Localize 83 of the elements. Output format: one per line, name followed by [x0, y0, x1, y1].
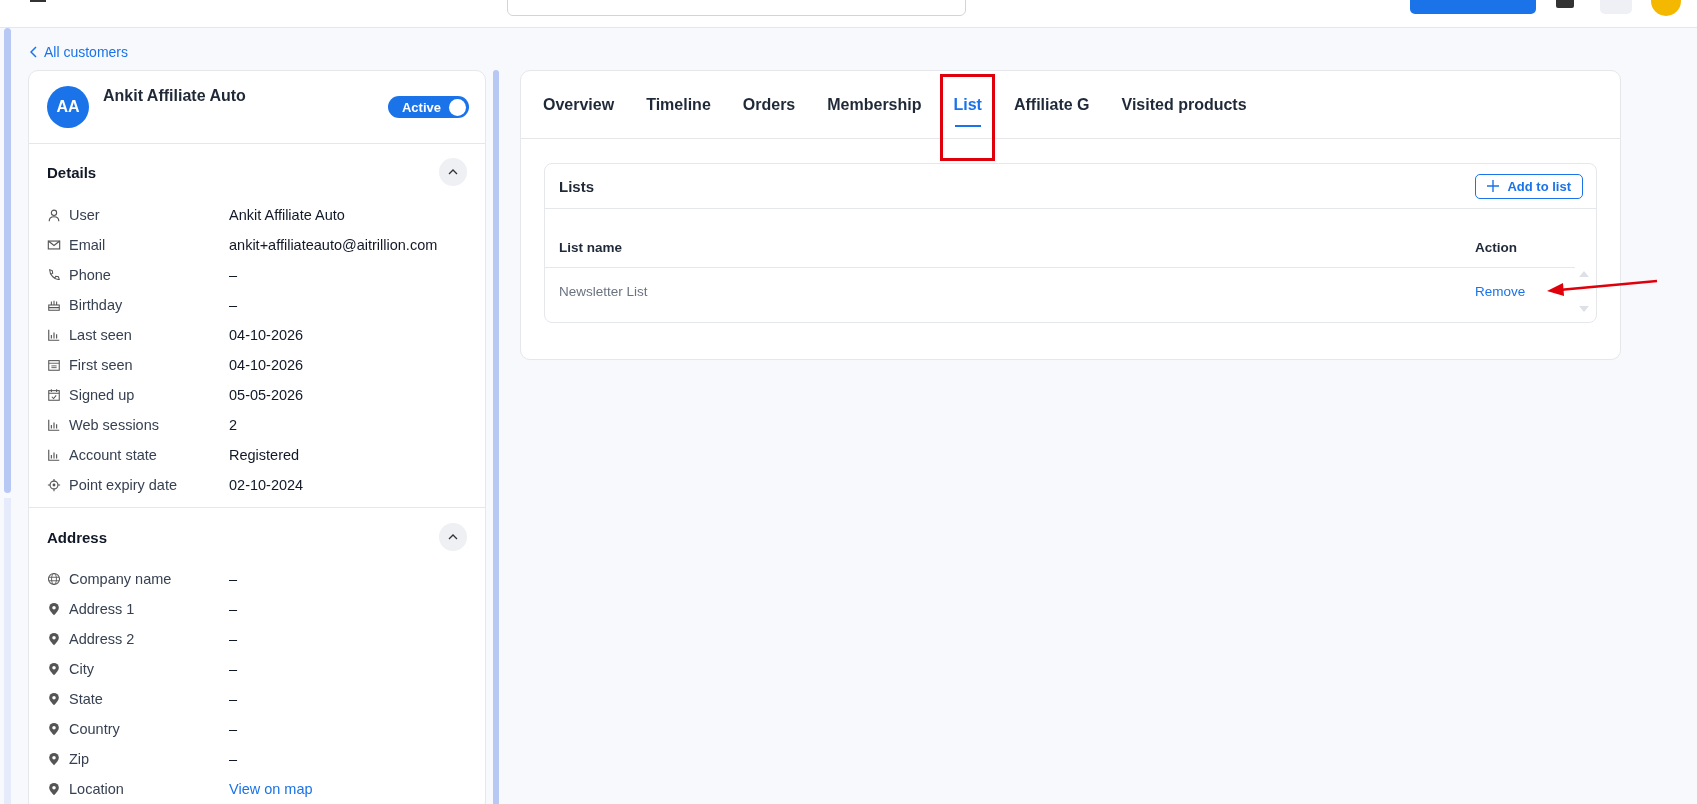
map-pin-icon: [47, 782, 61, 796]
field-value: 05-05-2026: [229, 387, 304, 403]
bar-chart-icon: [47, 418, 61, 432]
back-link[interactable]: All customers: [0, 28, 1697, 62]
field-label: City: [69, 661, 94, 677]
field-value: –: [229, 601, 238, 617]
map-pin-icon: [47, 632, 61, 646]
globe-icon: [47, 572, 61, 586]
field-label: Phone: [69, 267, 111, 283]
field-value: Ankit Affiliate Auto: [229, 207, 345, 223]
plus-icon: [1487, 180, 1500, 192]
scroll-up-icon[interactable]: [1579, 271, 1589, 277]
field-value: –: [229, 691, 238, 707]
field-label: Zip: [69, 751, 90, 767]
crosshair-icon: [47, 478, 61, 492]
envelope-icon: [47, 238, 61, 252]
map-pin-icon: [47, 692, 61, 706]
field-label: Web sessions: [69, 417, 159, 433]
card-title: Lists: [559, 177, 594, 195]
field-value: Registered: [229, 447, 300, 463]
field-value: 2: [229, 417, 238, 433]
field-value: –: [229, 297, 238, 313]
field-label: Location: [69, 781, 124, 797]
tab[interactable]: Timeline: [636, 71, 721, 138]
field-label: Email: [69, 237, 106, 253]
remove-link[interactable]: Remove: [1475, 283, 1526, 299]
field-label: Last seen: [69, 327, 132, 343]
tab[interactable]: Overview: [533, 71, 625, 138]
field-value: –: [229, 751, 238, 767]
field-label: Signed up: [69, 387, 135, 403]
tab[interactable]: Membership: [817, 71, 932, 138]
map-pin-icon: [47, 752, 61, 766]
collapse-button[interactable]: [439, 158, 467, 186]
chevron-icon: [448, 534, 458, 540]
field-value: –: [229, 267, 238, 283]
field-value: –: [229, 631, 238, 647]
field-label: User: [69, 207, 100, 223]
tab[interactable]: Affiliate G: [1003, 71, 1100, 138]
map-link[interactable]: View on map: [229, 781, 313, 797]
tab[interactable]: List: [943, 71, 992, 138]
person-icon: [47, 208, 61, 222]
bar-chart-icon: [47, 328, 61, 342]
field-value: 04-10-2026: [229, 357, 304, 373]
field-value: –: [229, 571, 238, 587]
calendar-icon: [47, 358, 61, 372]
field-label: Account state: [69, 447, 157, 463]
calendar-check-icon: [47, 388, 61, 402]
field-value: 02-10-2024: [229, 477, 304, 493]
table-cell: Newsletter List: [545, 267, 1475, 314]
field-value: ankit+affiliateauto@aitrillion.com: [229, 237, 438, 253]
customer-name: Ankit Affiliate Auto: [103, 87, 247, 105]
section-title: Address: [47, 528, 108, 546]
status-toggle[interactable]: Active: [387, 96, 469, 118]
add-to-list-button[interactable]: Add to list: [1475, 173, 1583, 199]
section-title: Details: [47, 163, 97, 181]
map-pin-icon: [47, 662, 61, 676]
collapse-button[interactable]: [439, 523, 467, 551]
column-header: List name: [545, 227, 1475, 268]
field-value: –: [229, 721, 238, 737]
field-label: State: [69, 691, 103, 707]
tab[interactable]: Orders: [732, 71, 806, 138]
scroll-down-icon[interactable]: [1579, 306, 1589, 312]
field-label: First seen: [69, 357, 133, 373]
scrollbar-thumb[interactable]: [493, 70, 499, 804]
field-value: 04-10-2026: [229, 327, 304, 343]
chevron-left-icon: [30, 46, 38, 58]
cake-icon: [47, 298, 61, 312]
bar-chart-icon: [47, 448, 61, 462]
map-pin-icon: [47, 602, 61, 616]
tab[interactable]: Visited products: [1111, 71, 1257, 138]
phone-icon: [47, 268, 61, 282]
map-pin-icon: [47, 722, 61, 736]
field-label: Address 1: [69, 601, 135, 617]
scrollbar-thumb[interactable]: [4, 28, 11, 493]
avatar-initials: AA: [47, 86, 89, 128]
field-label: Birthday: [69, 297, 123, 313]
column-header: Action: [1475, 227, 1575, 268]
field-label: Country: [69, 721, 120, 737]
field-value: –: [229, 661, 238, 677]
field-label: Address 2: [69, 631, 135, 647]
field-label: Point expiry date: [69, 477, 177, 493]
chevron-icon: [448, 169, 458, 175]
field-label: Company name: [69, 571, 172, 587]
